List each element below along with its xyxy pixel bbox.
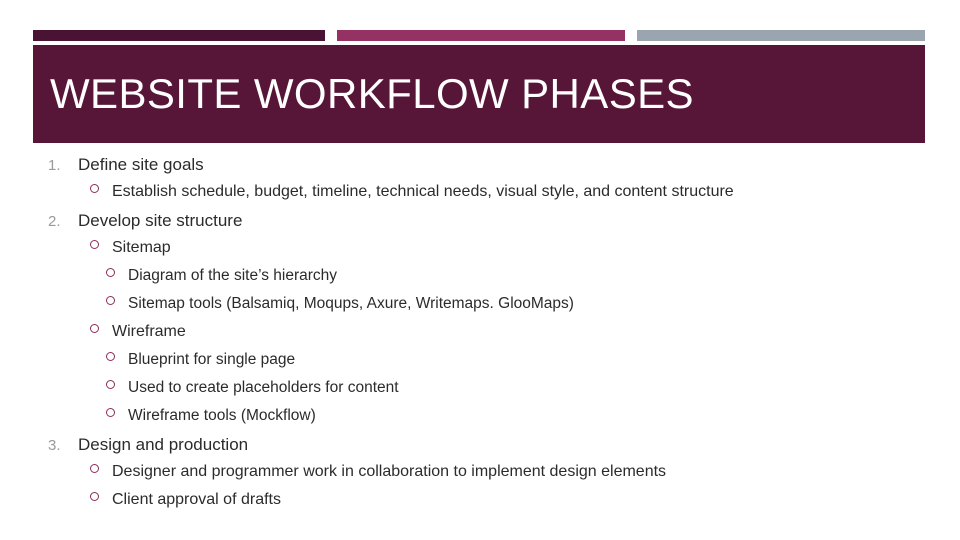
- circle-bullet-ring: [90, 240, 99, 249]
- circle-bullet-icon: [90, 492, 112, 501]
- outline-item: Client approval of drafts: [0, 491, 960, 519]
- outline-list: 1. Define site goals Establish schedule, b…: [0, 155, 960, 519]
- outline-item: 3. Design and production: [0, 435, 960, 463]
- circle-bullet-icon: [90, 184, 112, 193]
- circle-bullet-icon: [106, 380, 128, 389]
- accent-bar-light: [637, 30, 925, 41]
- circle-bullet-icon: [90, 324, 112, 333]
- outline-item-text: Blueprint for single page: [128, 351, 296, 368]
- outline-item: Diagram of the site’s hierarchy: [0, 267, 960, 295]
- outline-item: Wireframe tools (Mockflow): [0, 407, 960, 435]
- circle-bullet-ring: [106, 408, 115, 417]
- circle-bullet-ring: [106, 380, 115, 389]
- circle-bullet-icon: [90, 464, 112, 473]
- accent-bar-dark: [33, 30, 325, 41]
- accent-bar-mid: [337, 30, 625, 41]
- circle-bullet-icon: [106, 296, 128, 305]
- circle-bullet-ring: [106, 268, 115, 277]
- outline-item-text: Diagram of the site’s hierarchy: [128, 267, 338, 284]
- outline-item-text: Used to create placeholders for content: [128, 379, 399, 396]
- circle-bullet-icon: [90, 240, 112, 249]
- circle-bullet-icon: [106, 408, 128, 417]
- outline-item-text: Client approval of drafts: [112, 491, 281, 508]
- outline-item-text: Wireframe: [112, 323, 186, 340]
- outline-item: Wireframe: [0, 323, 960, 351]
- accent-bar-group: [33, 30, 925, 41]
- outline-item-text: Sitemap tools (Balsamiq, Moqups, Axure, …: [128, 295, 574, 312]
- title-band: WEBSITE WORKFLOW PHASES: [33, 45, 925, 143]
- page-title: WEBSITE WORKFLOW PHASES: [50, 70, 694, 117]
- outline-item: Designer and programmer work in collabor…: [0, 463, 960, 491]
- outline-item-text: Sitemap: [112, 239, 171, 256]
- list-number: 2.: [48, 213, 61, 230]
- list-number: 1.: [48, 157, 61, 174]
- outline-item: Used to create placeholders for content: [0, 379, 960, 407]
- circle-bullet-ring: [90, 492, 99, 501]
- circle-bullet-ring: [90, 464, 99, 473]
- outline-item: Establish schedule, budget, timeline, te…: [0, 183, 960, 211]
- outline-item-text: Define site goals: [78, 155, 204, 174]
- outline-item-text: Designer and programmer work in collabor…: [112, 463, 667, 480]
- circle-bullet-ring: [90, 184, 99, 193]
- outline-item: 2. Develop site structure: [0, 211, 960, 239]
- outline-item: Sitemap: [0, 239, 960, 267]
- circle-bullet-icon: [106, 352, 128, 361]
- list-number: 3.: [48, 437, 61, 454]
- slide: WEBSITE WORKFLOW PHASES 1. Define site go…: [0, 0, 960, 540]
- outline-item-text: Establish schedule, budget, timeline, te…: [112, 183, 734, 200]
- outline-item: Sitemap tools (Balsamiq, Moqups, Axure, …: [0, 295, 960, 323]
- circle-bullet-ring: [90, 324, 99, 333]
- outline-item-text: Wireframe tools (Mockflow): [128, 407, 316, 424]
- circle-bullet-icon: [106, 268, 128, 277]
- outline-item: Blueprint for single page: [0, 351, 960, 379]
- outline-item-text: Design and production: [78, 435, 249, 454]
- outline-item: 1. Define site goals: [0, 155, 960, 183]
- outline-item-text: Develop site structure: [78, 211, 243, 230]
- circle-bullet-ring: [106, 352, 115, 361]
- circle-bullet-ring: [106, 296, 115, 305]
